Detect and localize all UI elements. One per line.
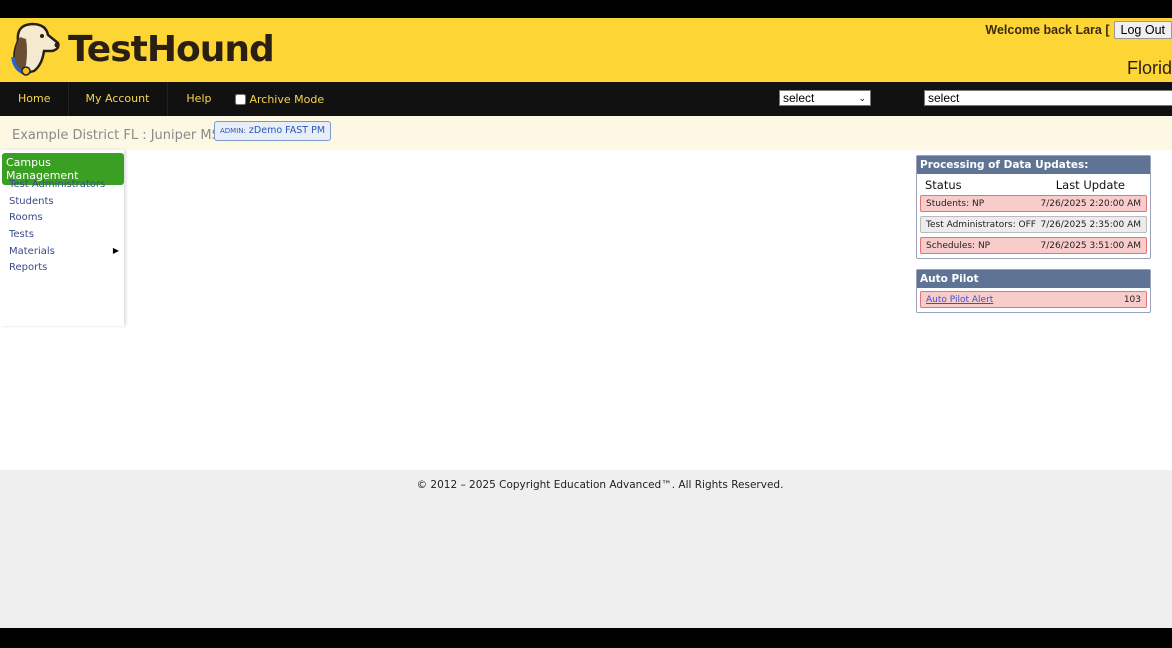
status-text: Test Administrators: OFF [926, 219, 1036, 230]
sidebar-item-label: Reports [9, 262, 48, 274]
district-breadcrumb: Example District FL : Juniper MS [12, 128, 220, 143]
top-bar [0, 0, 1172, 18]
status-row: Schedules: NP 7/26/2025 3:51:00 AM [920, 237, 1147, 254]
sidebar-item-label: Rooms [9, 212, 43, 224]
copyright: © 2012 – 2025 Copyright Education Advanc… [416, 479, 784, 491]
select-dropdown-1[interactable]: select ⌄ [779, 90, 871, 106]
brand-name: TestHound [68, 28, 275, 70]
caret-right-icon: ▶ [112, 245, 119, 255]
welcome-area: Welcome back Lara [ Log Out [985, 21, 1172, 39]
archive-mode-toggle[interactable]: Archive Mode [235, 93, 324, 106]
nav-my-account[interactable]: My Account [69, 82, 169, 116]
header: TestHound Welcome back Lara [ Log Out Fl… [0, 18, 1172, 82]
alert-count: 103 [1123, 294, 1141, 305]
sidebar-item-label: Materials [9, 245, 55, 257]
select-2-value: select [928, 91, 960, 105]
processing-panel: Processing of Data Updates: Status Last U… [916, 155, 1151, 259]
sidebar-item-students[interactable]: Students [9, 196, 119, 213]
auto-pilot-title: Auto Pilot [917, 270, 1150, 288]
sidebar-item-rooms[interactable]: Rooms [9, 212, 119, 229]
admin-name: zDemo FAST PM [248, 125, 326, 136]
sidebar-item-materials[interactable]: Materials ▶ [9, 246, 119, 263]
logo[interactable]: TestHound [8, 21, 275, 77]
sidebar-item-test-administrators[interactable]: Test Administrators [9, 179, 119, 196]
status-column-header: Status [925, 178, 962, 192]
auto-pilot-row: Auto Pilot Alert 103 [920, 291, 1147, 308]
sidebar: Campus Management Test Administrators St… [0, 150, 124, 326]
status-time: 7/26/2025 3:51:00 AM [1040, 240, 1142, 251]
processing-title: Processing of Data Updates: [917, 156, 1150, 174]
welcome-text: Welcome back Lara [ [985, 23, 1110, 37]
sidebar-item-tests[interactable]: Tests [9, 229, 119, 246]
sidebar-item-label: Students [9, 195, 54, 207]
auto-pilot-panel: Auto Pilot Auto Pilot Alert 103 [916, 269, 1151, 313]
status-text: Schedules: NP [926, 240, 991, 251]
sidebar-item-reports[interactable]: Reports [9, 262, 119, 279]
sidebar-item-label: Tests [9, 229, 34, 241]
last-update-column-header: Last Update [1055, 178, 1125, 192]
archive-mode-label: Archive Mode [249, 92, 325, 106]
admin-role-button[interactable]: ADMIN: zDemo FAST PM [214, 121, 332, 141]
status-row: Students: NP 7/26/2025 2:20:00 AM [920, 195, 1147, 212]
main-content: Campus Management Test Administrators St… [0, 150, 1172, 470]
archive-mode-checkbox[interactable] [235, 93, 247, 105]
footer: © 2012 – 2025 Copyright Education Advanc… [0, 470, 1172, 628]
nav-home[interactable]: Home [0, 82, 70, 116]
chevron-down-icon: ⌄ [858, 93, 866, 103]
status-time: 7/26/2025 2:35:00 AM [1040, 219, 1142, 230]
status-time: 7/26/2025 2:20:00 AM [1040, 198, 1142, 209]
logout-button[interactable]: Log Out [1113, 21, 1172, 39]
select-dropdown-2[interactable]: select [924, 90, 1172, 106]
auto-pilot-alert-link[interactable]: Auto Pilot Alert [926, 295, 993, 305]
select-1-value: select [783, 91, 815, 105]
status-text: Students: NP [926, 198, 985, 209]
nav-help[interactable]: Help [168, 82, 229, 116]
admin-prefix: ADMIN: [220, 127, 246, 135]
context-bar: Example District FL : Juniper MS ADMIN: … [0, 116, 1172, 150]
hound-logo-icon [11, 22, 60, 76]
state-name: Florid [1126, 58, 1172, 78]
status-row: Test Administrators: OFF 7/26/2025 2:35:0… [920, 216, 1147, 233]
sidebar-item-label: Test Administrators [9, 179, 106, 190]
